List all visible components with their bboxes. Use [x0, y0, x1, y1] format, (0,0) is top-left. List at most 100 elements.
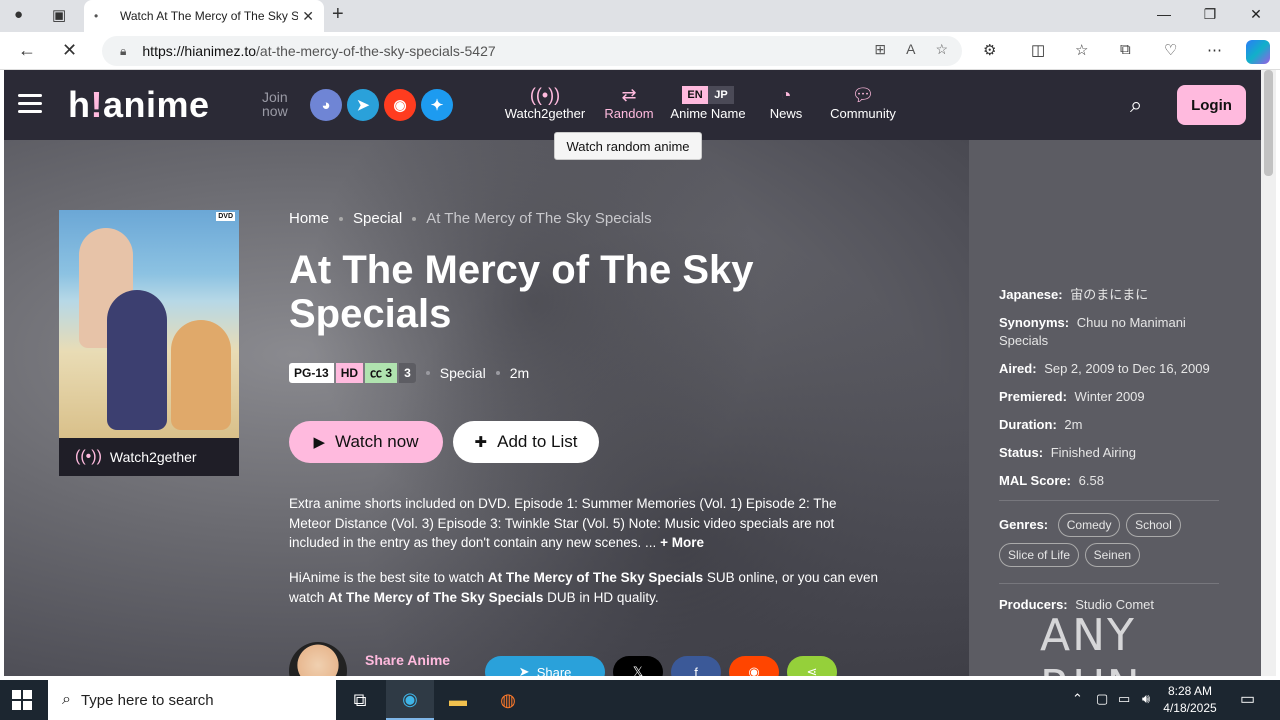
site-header: h!anime Join now ◕ ➤ ◉ ✦ ((•)) Watch2geth… — [4, 70, 1261, 140]
anime-duration: 2m — [509, 365, 530, 381]
anime-poster: DVD ((•)) Watch2gether — [59, 210, 239, 476]
info-japanese: Japanese: 宙のまにまに — [999, 287, 1149, 302]
back-icon[interactable]: ← — [18, 40, 36, 61]
info-aired: Aired: Sep 2, 2009 to Dec 16, 2009 — [999, 361, 1210, 376]
breadcrumb-type[interactable]: Special — [353, 210, 402, 227]
genre-tag[interactable]: Seinen — [1084, 543, 1141, 567]
menu-icon[interactable] — [18, 94, 42, 114]
broadcast-icon: ((•)) — [75, 448, 102, 465]
genre-tag[interactable]: Slice of Life — [999, 543, 1080, 567]
cc-icon: ㏄ — [370, 366, 383, 380]
anime-description: Extra anime shorts included on DVD. Epis… — [289, 496, 837, 550]
network-icon[interactable]: ▭ — [1118, 691, 1130, 707]
tab-actions-icon[interactable]: ▣ — [52, 6, 66, 24]
more-link[interactable]: + More — [660, 535, 704, 550]
url-text: https://hianimez.to/at-the-mercy-of-the-… — [142, 43, 496, 59]
discord-icon[interactable]: ◕ — [310, 89, 342, 121]
shuffle-icon: ⇄ — [621, 85, 637, 105]
nav-anime-name[interactable]: EN JP Anime Name — [668, 84, 748, 121]
taskbar-search-box[interactable]: ⌕ Type here to search — [48, 680, 336, 720]
poster-watch2gether-button[interactable]: ((•)) Watch2gether — [59, 438, 239, 476]
more-menu-icon[interactable]: ⋯ — [1207, 41, 1222, 59]
chat-icon: 💬︎ — [851, 85, 875, 105]
favorites-icon[interactable]: ☆ — [1075, 41, 1088, 59]
nav-community[interactable]: 💬︎ Community — [826, 84, 900, 121]
share-avatar — [289, 642, 347, 676]
split-screen-icon[interactable]: ◫ — [1031, 41, 1045, 59]
info-premiered: Premiered: Winter 2009 — [999, 389, 1145, 404]
profile-icon[interactable]: ● — [14, 6, 23, 23]
broadcast-icon: ((•)) — [529, 85, 561, 105]
new-tab-icon[interactable]: + — [332, 3, 344, 26]
scrollbar-thumb[interactable] — [1264, 70, 1273, 176]
watch-now-button[interactable]: ▶ Watch now — [289, 421, 443, 463]
url-field[interactable]: 🔒︎ https://hianimez.to/at-the-mercy-of-t… — [102, 36, 962, 66]
firefox-icon[interactable]: ◍ — [484, 680, 532, 720]
anyrun-watermark: ANY RUN — [1040, 610, 1140, 676]
tray-chevron-icon[interactable]: ⌃ — [1072, 691, 1083, 707]
volume-icon[interactable]: 🔊︎ — [1142, 691, 1150, 707]
share-facebook-button[interactable]: f — [671, 656, 721, 676]
anime-info-list: Japanese: 宙のまにまに Synonyms: Chuu no Manim… — [999, 286, 1219, 624]
info-genres: Genres: Comedy School Slice of Life Sein… — [999, 513, 1219, 573]
anime-title: At The Mercy of The Sky Specials — [289, 248, 754, 336]
language-toggle[interactable]: EN JP — [682, 86, 734, 104]
browser-tab[interactable]: • Watch At The Mercy of The Sky S ✕ — [84, 0, 324, 32]
tab-title: Watch At The Mercy of The Sky S — [120, 9, 298, 23]
info-status: Status: Finished Airing — [999, 445, 1136, 460]
add-to-list-button[interactable]: ✚ Add to List — [453, 421, 599, 463]
close-tab-icon[interactable]: ✕ — [302, 8, 314, 25]
seo-text: HiAnime is the best site to watch At The… — [289, 570, 879, 605]
close-window-icon[interactable]: ✕ — [1233, 6, 1279, 23]
browser-essentials-icon[interactable]: ♡ — [1164, 41, 1177, 59]
reddit-icon[interactable]: ◉ — [384, 89, 416, 121]
nav-news[interactable]: ◔ News — [766, 84, 806, 121]
loading-icon: • — [94, 9, 99, 23]
genre-tag[interactable]: School — [1126, 513, 1181, 537]
page-scrollbar[interactable] — [1261, 70, 1276, 676]
notifications-icon[interactable]: ▭ — [1240, 689, 1255, 709]
site-logo[interactable]: h!anime — [68, 84, 210, 126]
restore-icon[interactable]: ❐ — [1187, 6, 1233, 23]
share-x-button[interactable]: 𝕏 — [613, 656, 663, 676]
breadcrumb-home[interactable]: Home — [289, 210, 329, 227]
join-now-label: Join now — [262, 89, 288, 119]
task-view-icon[interactable]: ⧉ — [336, 680, 384, 720]
nav-random[interactable]: ⇄ Random — [602, 84, 656, 121]
windows-start-icon[interactable] — [12, 690, 32, 710]
favorite-star-icon[interactable]: ☆ — [935, 41, 948, 58]
app-available-icon[interactable]: ⊞ — [874, 41, 886, 58]
read-aloud-icon[interactable]: A — [906, 41, 915, 58]
collections-icon[interactable]: ⧉ — [1120, 41, 1131, 58]
lock-icon[interactable]: 🔒︎ — [120, 44, 126, 59]
breadcrumb-current: At The Mercy of The Sky Specials — [426, 210, 652, 227]
dvd-logo: DVD — [216, 212, 235, 221]
nav-watch2gether[interactable]: ((•)) Watch2gether — [503, 84, 587, 121]
search-icon[interactable]: ⌕ — [1130, 92, 1142, 118]
minimize-icon[interactable]: — — [1141, 6, 1187, 22]
share-more-button[interactable]: ⋖ — [787, 656, 837, 676]
extensions-icon[interactable]: ⚙ — [983, 41, 996, 59]
tray-device-icon[interactable]: ▢ — [1096, 691, 1108, 707]
genre-tag[interactable]: Comedy — [1057, 513, 1121, 537]
edge-taskbar-icon[interactable]: ◉ — [386, 680, 434, 720]
twitter-icon[interactable]: ✦ — [421, 89, 453, 121]
clock[interactable]: 8:28 AM 4/18/2025 — [1160, 683, 1220, 717]
random-tooltip: Watch random anime — [554, 132, 702, 160]
lang-jp[interactable]: JP — [708, 86, 734, 104]
search-icon: ⌕ — [62, 691, 71, 708]
copilot-icon[interactable] — [1246, 40, 1270, 64]
quality-badge: HD — [335, 363, 364, 383]
anime-tags: PG-13 HD ㏄ 3 3 Special 2m — [289, 363, 529, 383]
share-telegram-button[interactable]: ➤ Share — [485, 656, 605, 676]
file-explorer-icon[interactable]: ▬ — [434, 680, 482, 720]
share-section: Share Anime ➤ Share 𝕏 f ◉ ⋖ — [289, 642, 849, 676]
share-reddit-button[interactable]: ◉ — [729, 656, 779, 676]
share-label: Share Anime — [365, 652, 451, 668]
breadcrumb: Home Special At The Mercy of The Sky Spe… — [289, 210, 652, 227]
login-button[interactable]: Login — [1177, 85, 1246, 125]
stop-loading-icon[interactable]: ✕ — [62, 40, 77, 61]
poster-image: DVD — [59, 210, 239, 438]
telegram-icon[interactable]: ➤ — [347, 89, 379, 121]
lang-en[interactable]: EN — [682, 86, 708, 104]
